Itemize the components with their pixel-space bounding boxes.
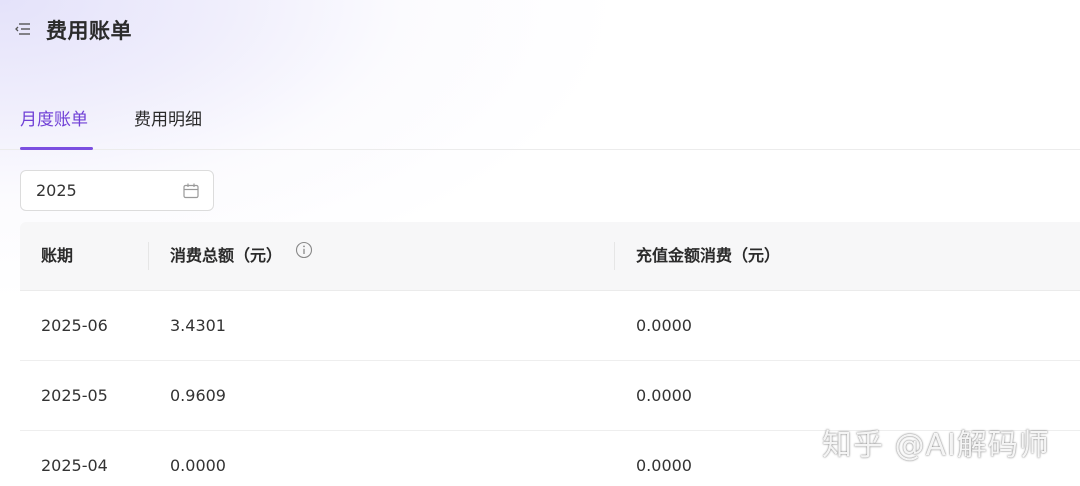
- column-divider: [148, 242, 149, 270]
- menu-collapse-icon[interactable]: [14, 21, 32, 37]
- cell-period: 2025-04: [41, 456, 108, 475]
- column-header-period: 账期: [41, 246, 74, 265]
- table-header: 账期 消费总额（元） 充值金额消费（元）: [20, 222, 1080, 291]
- cell-recharge: 0.0000: [636, 316, 692, 335]
- calendar-icon: [182, 182, 200, 200]
- year-picker-value: 2025: [36, 181, 77, 200]
- cell-total: 0.0000: [170, 456, 226, 475]
- tab-expense-detail[interactable]: 费用明细: [134, 108, 202, 132]
- year-picker[interactable]: 2025: [20, 170, 214, 211]
- monthly-bill-table: 账期 消费总额（元） 充值金额消费（元） 2025-06 3.4301 0.00…: [20, 222, 1080, 486]
- tab-monthly-bill[interactable]: 月度账单: [20, 108, 88, 132]
- cell-total: 0.9609: [170, 386, 226, 405]
- page-header: 费用账单: [0, 0, 1080, 60]
- cell-period: 2025-05: [41, 386, 108, 405]
- table-row: 2025-04 0.0000 0.0000: [20, 431, 1080, 486]
- column-header-recharge: 充值金额消费（元）: [636, 246, 781, 265]
- active-tab-indicator: [20, 147, 93, 150]
- cell-total: 3.4301: [170, 316, 226, 335]
- page-title: 费用账单: [46, 19, 132, 43]
- column-divider: [614, 242, 615, 270]
- cell-recharge: 0.0000: [636, 386, 692, 405]
- info-icon[interactable]: [295, 241, 313, 259]
- tab-bar: 月度账单 费用明细: [0, 98, 1080, 150]
- table-row: 2025-06 3.4301 0.0000: [20, 291, 1080, 361]
- table-row: 2025-05 0.9609 0.0000: [20, 361, 1080, 431]
- cell-recharge: 0.0000: [636, 456, 692, 475]
- column-header-total: 消费总额（元）: [170, 246, 283, 265]
- cell-period: 2025-06: [41, 316, 108, 335]
